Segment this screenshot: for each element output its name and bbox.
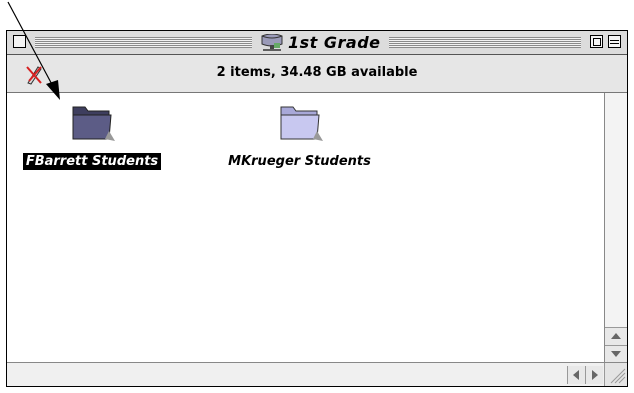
icon-view[interactable]: FBarrett Students MKrueger Students: [7, 93, 604, 363]
arrow-right-icon: [592, 370, 598, 380]
folder-label[interactable]: MKrueger Students: [225, 153, 374, 170]
arrow-down-icon: [611, 351, 621, 357]
folder-item-fbarrett[interactable]: FBarrett Students: [7, 101, 177, 170]
scroll-up-button[interactable]: [605, 327, 627, 345]
vertical-scrollbar[interactable]: [604, 93, 627, 363]
folder-label[interactable]: FBarrett Students: [22, 153, 162, 170]
scroll-right-button[interactable]: [585, 366, 603, 384]
window-title-text: 1st Grade: [288, 33, 381, 52]
info-text: 2 items, 34.48 GB available: [216, 65, 418, 80]
collapse-box[interactable]: [608, 35, 621, 48]
resize-grip[interactable]: [604, 363, 627, 386]
scroll-left-button[interactable]: [567, 366, 585, 384]
folder-item-mkrueger[interactable]: MKrueger Students: [212, 101, 387, 170]
info-bar: 2 items, 34.48 GB available: [7, 55, 627, 93]
arrow-left-icon: [573, 370, 579, 380]
close-box[interactable]: [13, 35, 26, 48]
scroll-down-button[interactable]: [605, 345, 627, 363]
folder-icon[interactable]: [277, 101, 323, 145]
window-title: 1st Grade: [252, 32, 389, 53]
folder-icon[interactable]: [69, 101, 115, 145]
title-bar[interactable]: 1st Grade: [7, 31, 627, 55]
server-volume-icon: [260, 33, 284, 52]
zoom-box[interactable]: [590, 35, 603, 48]
horizontal-scrollbar[interactable]: [7, 362, 627, 386]
arrow-up-icon: [611, 333, 621, 339]
finder-window: 1st Grade 2 items, 34.48 GB available FB…: [6, 30, 628, 387]
